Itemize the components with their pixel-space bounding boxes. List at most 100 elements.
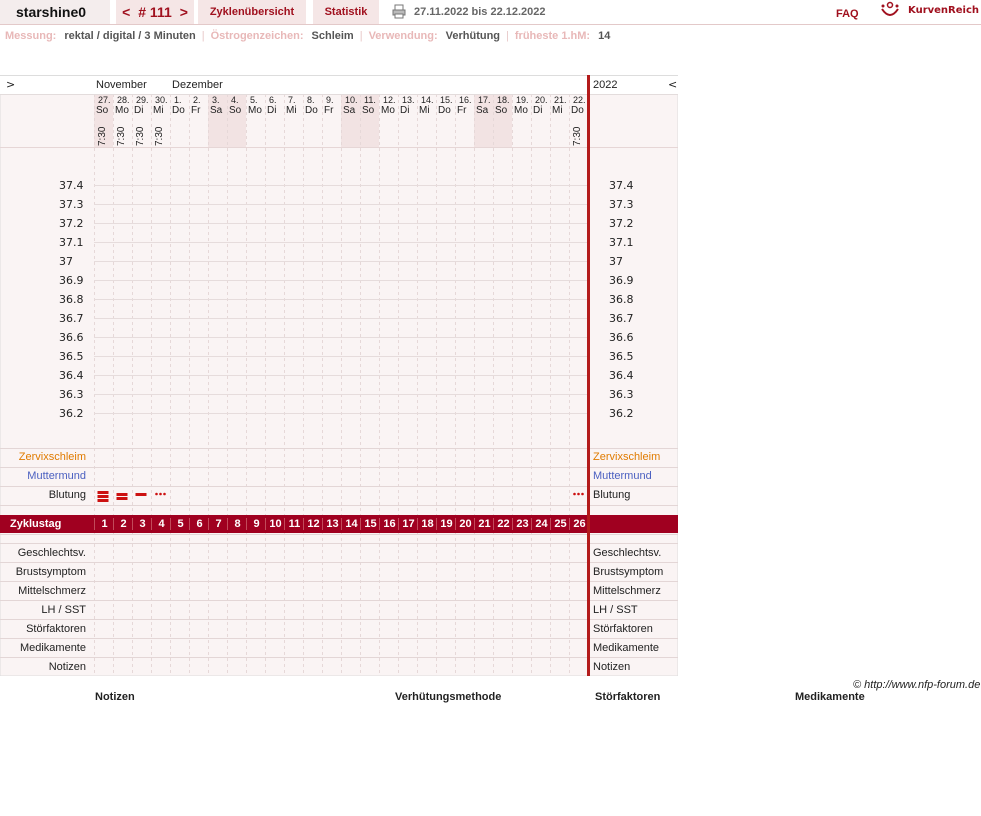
meta-value: rektal / digital / 3 Minuten	[64, 30, 196, 42]
printer-icon[interactable]	[392, 4, 406, 19]
row-label-left[interactable]: Störfaktoren	[0, 623, 86, 635]
day-weekday: So	[229, 105, 242, 116]
cycle-day-number: 3	[132, 518, 152, 530]
day-date: 20.	[535, 95, 548, 105]
meta-label: Verwendung:	[368, 30, 438, 42]
meta-label: früheste 1.hM:	[514, 30, 591, 42]
meta-value: 14	[598, 30, 611, 42]
cycle-day-number: 22	[493, 518, 513, 530]
row-label-left[interactable]: Muttermund	[0, 470, 86, 482]
cycle-day-number: 19	[436, 518, 456, 530]
cycle-nav: < # 111 >	[116, 0, 194, 24]
day-weekday: Sa	[343, 105, 356, 116]
day-weekday: Sa	[210, 105, 223, 116]
row-label-right[interactable]: Zervixschleim	[593, 451, 660, 463]
temp-tick-right: 37.3	[609, 198, 634, 211]
crown-logo-icon[interactable]	[880, 1, 900, 19]
row-label-left[interactable]: Mittelschmerz	[0, 585, 86, 597]
row-label-left[interactable]: LH / SST	[0, 604, 86, 616]
day-date: 12.	[383, 95, 396, 105]
footer-notizen: Notizen	[95, 691, 135, 703]
day-weekday: Di	[134, 105, 144, 116]
cycle-day-number: 14	[341, 518, 361, 530]
day-date: 9.	[326, 95, 334, 105]
temp-tick-right: 36.3	[609, 388, 634, 401]
row-label-right[interactable]: Medikamente	[593, 642, 659, 654]
scroll-right-button[interactable]: <	[668, 78, 677, 91]
temp-tick-left: 36.4	[59, 369, 84, 382]
meta-label: Messung:	[5, 30, 57, 42]
bleeding-spotting-mark	[163, 492, 166, 496]
bleeding-medium-mark	[116, 497, 128, 500]
row-label-left[interactable]: Medikamente	[0, 642, 86, 654]
cycle-day-number: 2	[113, 518, 133, 530]
temp-tick-left: 37	[59, 255, 73, 268]
footer-verhuetungsmethode: Verhütungsmethode	[395, 691, 502, 703]
row-label-right[interactable]: Blutung	[593, 489, 630, 501]
day-weekday: Do	[571, 105, 584, 116]
day-weekday: Mo	[514, 105, 528, 116]
cycle-day-number: 20	[455, 518, 475, 530]
day-date: 17.	[478, 95, 491, 105]
row-label-right[interactable]: Muttermund	[593, 470, 652, 482]
day-date: 19.	[516, 95, 529, 105]
day-date: 10.	[345, 95, 358, 105]
row-label-right[interactable]: Brustsymptom	[593, 566, 663, 578]
day-date: 6.	[269, 95, 277, 105]
temp-tick-right: 36.9	[609, 274, 634, 287]
row-label-right[interactable]: Störfaktoren	[593, 623, 653, 635]
scroll-left-button[interactable]: >	[6, 78, 15, 91]
row-label-left[interactable]: Zervixschleim	[0, 451, 86, 463]
prev-cycle-button[interactable]: <	[122, 4, 130, 20]
next-cycle-button[interactable]: >	[180, 4, 188, 20]
bleeding-light-mark	[135, 493, 147, 496]
month-label: November	[96, 79, 147, 91]
day-date: 11.	[364, 95, 376, 105]
separator: |	[201, 30, 205, 42]
day-date: 29.	[136, 95, 149, 105]
row-label-right[interactable]: LH / SST	[593, 604, 638, 616]
row-label-right[interactable]: Notizen	[593, 661, 630, 673]
day-weekday: Do	[172, 105, 185, 116]
brand-name[interactable]: KurvenReich	[908, 5, 979, 16]
copyright[interactable]: © http://www.nfp-forum.de	[853, 679, 980, 691]
faq-link[interactable]: FAQ	[836, 8, 859, 20]
bleeding-heavy-mark	[97, 491, 109, 494]
row-label-left[interactable]: Geschlechtsv.	[0, 547, 86, 559]
row-label-right[interactable]: Mittelschmerz	[593, 585, 661, 597]
temp-tick-left: 36.6	[59, 331, 84, 344]
cycle-day-number: 5	[170, 518, 190, 530]
month-label: Dezember	[172, 79, 223, 91]
cycle-day-number: 18	[417, 518, 437, 530]
footer-medikamente: Medikamente	[795, 691, 865, 703]
bleeding-spotting-mark	[155, 492, 158, 496]
day-date: 27.	[98, 95, 111, 105]
row-label-left[interactable]: Blutung	[0, 489, 86, 501]
temp-tick-left: 37.4	[59, 179, 84, 192]
temp-tick-right: 37.4	[609, 179, 634, 192]
day-date: 16.	[459, 95, 472, 105]
day-weekday: So	[96, 105, 109, 116]
bleeding-heavy-mark	[97, 499, 109, 502]
bleeding-spotting-mark	[577, 492, 580, 496]
day-weekday: Di	[267, 105, 277, 116]
day-date: 15.	[440, 95, 453, 105]
tab-zyklenuebersicht[interactable]: Zyklenübersicht	[198, 0, 306, 24]
temp-tick-right: 36.6	[609, 331, 634, 344]
temp-tick-right: 36.5	[609, 350, 634, 363]
row-label-right[interactable]: Geschlechtsv.	[593, 547, 661, 559]
measurement-time: 7:30	[154, 126, 165, 146]
measurement-time: 7:30	[116, 126, 127, 146]
temp-tick-right: 37.1	[609, 236, 634, 249]
row-label-left[interactable]: Brustsymptom	[0, 566, 86, 578]
row-label-left[interactable]: Notizen	[0, 661, 86, 673]
cycle-day-number: 23	[512, 518, 532, 530]
measurement-info: Messung: rektal / digital / 3 Minuten | Öst…	[5, 30, 610, 42]
day-weekday: Di	[400, 105, 410, 116]
tab-statistik[interactable]: Statistik	[313, 0, 379, 24]
temp-tick-left: 36.5	[59, 350, 84, 363]
cycle-day-number: 4	[151, 518, 171, 530]
day-date: 30.	[155, 95, 168, 105]
temp-tick-left: 36.3	[59, 388, 84, 401]
day-date: 21.	[554, 95, 567, 105]
